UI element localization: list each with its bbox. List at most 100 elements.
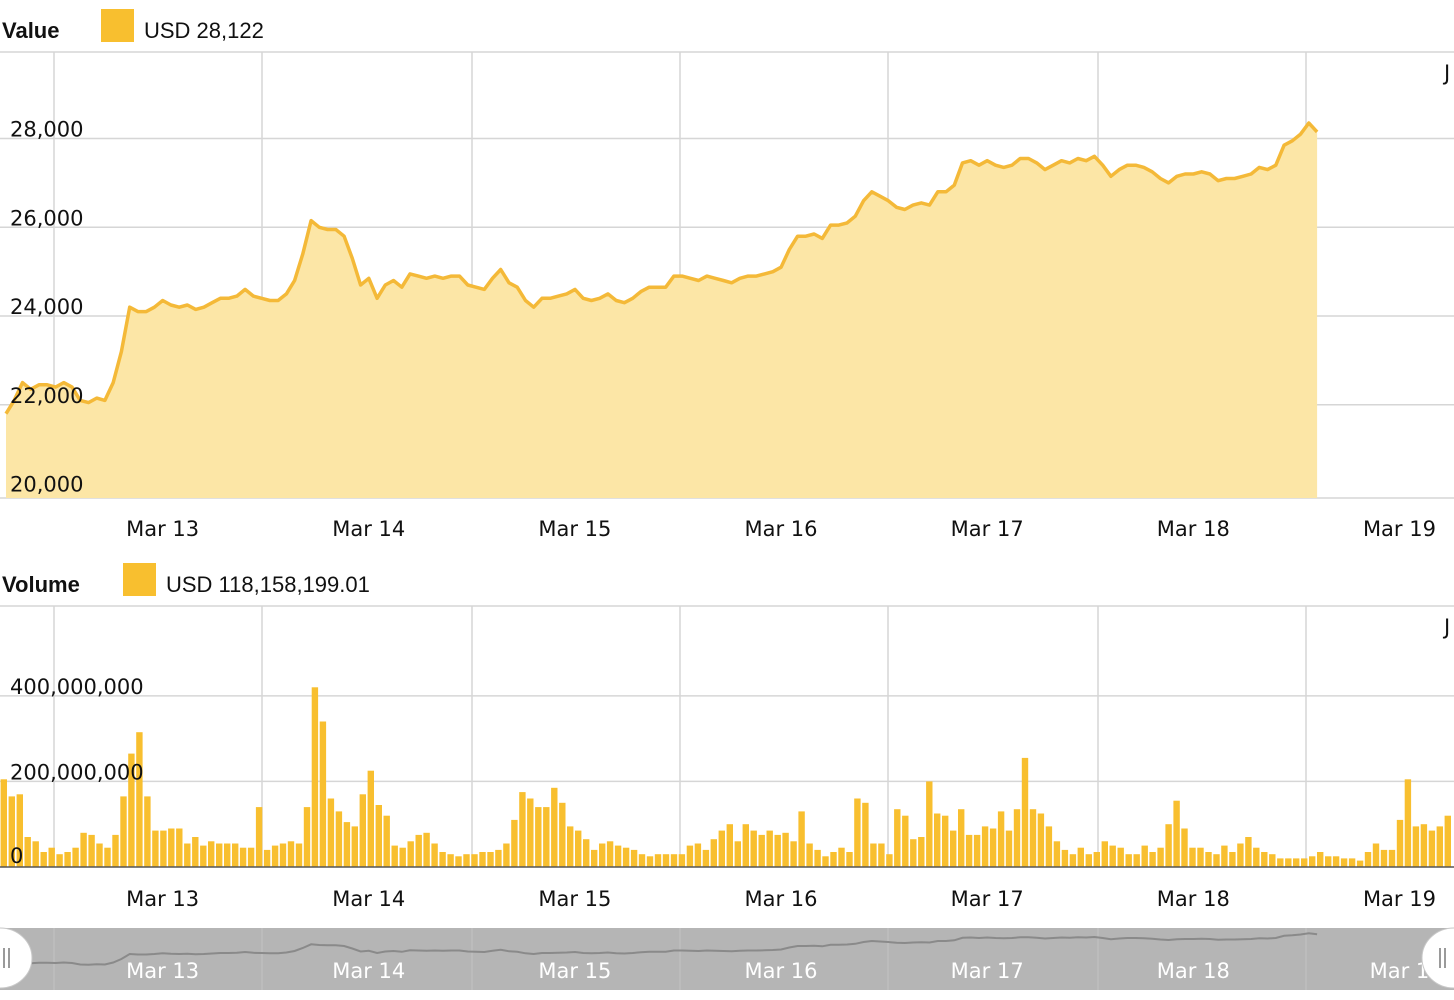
volume-bar[interactable] bbox=[1301, 858, 1308, 867]
volume-bar[interactable] bbox=[1053, 841, 1061, 867]
volume-bar[interactable] bbox=[1388, 849, 1396, 867]
volume-bar[interactable] bbox=[1245, 837, 1252, 867]
volume-bar[interactable] bbox=[1061, 849, 1069, 867]
volume-bar[interactable] bbox=[1077, 847, 1084, 867]
volume-bar[interactable] bbox=[24, 837, 31, 867]
volume-bar[interactable] bbox=[599, 843, 606, 868]
volume-bar[interactable] bbox=[471, 854, 478, 867]
volume-bar[interactable] bbox=[224, 843, 231, 868]
volume-bar[interactable] bbox=[176, 828, 183, 868]
volume-bar[interactable] bbox=[351, 826, 358, 867]
volume-bar[interactable] bbox=[72, 847, 79, 867]
volume-bar[interactable] bbox=[527, 798, 534, 868]
volume-bar[interactable] bbox=[678, 854, 686, 867]
volume-bar[interactable] bbox=[886, 854, 893, 867]
volume-bar[interactable] bbox=[359, 794, 366, 867]
volume-bar[interactable] bbox=[1037, 813, 1045, 868]
volume-bar[interactable] bbox=[1093, 852, 1100, 867]
volume-bar[interactable] bbox=[479, 852, 486, 867]
volume-bar[interactable] bbox=[1269, 854, 1276, 867]
volume-bar[interactable] bbox=[56, 854, 63, 867]
volume-bar[interactable] bbox=[694, 843, 702, 868]
volume-bar[interactable] bbox=[822, 856, 829, 867]
volume-bar[interactable] bbox=[583, 839, 590, 867]
volume-bar[interactable] bbox=[375, 805, 382, 867]
volume-bar[interactable] bbox=[1101, 841, 1108, 867]
volume-bar[interactable] bbox=[1029, 809, 1037, 867]
volume-bar[interactable] bbox=[1356, 860, 1364, 867]
volume-bar[interactable] bbox=[1085, 854, 1092, 867]
volume-bar[interactable] bbox=[463, 854, 470, 867]
volume-bar[interactable] bbox=[1285, 858, 1292, 867]
volume-bar[interactable] bbox=[902, 815, 909, 867]
volume-bar[interactable] bbox=[926, 781, 933, 867]
volume-bar[interactable] bbox=[734, 841, 741, 867]
volume-bar[interactable] bbox=[311, 687, 319, 867]
volume-bar[interactable] bbox=[168, 828, 175, 868]
volume-bar[interactable] bbox=[638, 854, 646, 867]
volume-bar[interactable] bbox=[303, 807, 311, 867]
volume-bar[interactable] bbox=[208, 841, 215, 867]
volume-bar[interactable] bbox=[120, 796, 127, 867]
volume-bar[interactable] bbox=[1253, 847, 1260, 867]
volume-bar[interactable] bbox=[399, 847, 406, 867]
volume-bar[interactable] bbox=[391, 845, 398, 867]
volume-bar[interactable] bbox=[144, 796, 151, 867]
volume-bar[interactable] bbox=[1332, 856, 1340, 867]
volume-bar[interactable] bbox=[1261, 852, 1268, 867]
volume-bar[interactable] bbox=[1340, 858, 1348, 867]
volume-bar[interactable] bbox=[343, 822, 351, 867]
volume-bar[interactable] bbox=[487, 852, 494, 867]
volume-bar[interactable] bbox=[40, 852, 47, 867]
volume-bar[interactable] bbox=[287, 841, 295, 867]
volume-bar[interactable] bbox=[606, 841, 614, 867]
volume-bar[interactable] bbox=[551, 787, 558, 867]
volume-legend[interactable]: Volume USD 118,158,199.01 bbox=[2, 563, 370, 597]
volume-bar[interactable] bbox=[511, 819, 518, 867]
volume-bar[interactable] bbox=[192, 837, 199, 867]
volume-bar[interactable] bbox=[846, 852, 853, 867]
volume-bar[interactable] bbox=[1309, 856, 1316, 867]
volume-bar[interactable] bbox=[152, 830, 159, 867]
volume-bar[interactable] bbox=[335, 811, 343, 867]
volume-bar[interactable] bbox=[894, 809, 901, 867]
volume-bar[interactable] bbox=[1197, 847, 1204, 867]
volume-bar[interactable] bbox=[838, 847, 845, 867]
volume-bar[interactable] bbox=[239, 847, 247, 867]
volume-bar[interactable] bbox=[670, 854, 678, 867]
volume-bar[interactable] bbox=[1396, 819, 1404, 867]
volume-bar[interactable] bbox=[702, 849, 710, 867]
volume-bar[interactable] bbox=[662, 854, 670, 867]
volume-bar[interactable] bbox=[997, 811, 1005, 867]
volume-bar[interactable] bbox=[455, 856, 462, 867]
navigator-background[interactable] bbox=[0, 928, 1454, 990]
volume-bar[interactable] bbox=[950, 830, 957, 867]
volume-bar[interactable] bbox=[112, 834, 119, 867]
volume-bar[interactable] bbox=[64, 852, 71, 867]
volume-bar[interactable] bbox=[407, 841, 414, 867]
volume-bar[interactable] bbox=[1229, 852, 1236, 867]
volume-bar[interactable] bbox=[782, 832, 789, 867]
volume-bar[interactable] bbox=[1173, 800, 1180, 867]
volume-bar[interactable] bbox=[519, 792, 526, 867]
volume-bar[interactable] bbox=[1157, 847, 1164, 867]
volume-bar[interactable] bbox=[973, 834, 981, 867]
volume-bar[interactable] bbox=[295, 843, 303, 868]
volume-bar[interactable] bbox=[271, 845, 279, 867]
volume-bar[interactable] bbox=[247, 847, 255, 867]
volume-bar[interactable] bbox=[367, 770, 374, 867]
volume-bar[interactable] bbox=[263, 849, 271, 867]
volume-bar[interactable] bbox=[942, 815, 949, 867]
volume-bar[interactable] bbox=[1436, 826, 1443, 867]
volume-bar[interactable] bbox=[1125, 854, 1132, 867]
volume-bar[interactable] bbox=[1348, 858, 1356, 867]
volume-bar[interactable] bbox=[1149, 852, 1156, 867]
volume-bar[interactable] bbox=[1221, 845, 1228, 867]
volume-bar[interactable] bbox=[614, 845, 622, 867]
volume-bar[interactable] bbox=[750, 830, 757, 867]
volume-bar[interactable] bbox=[910, 839, 917, 867]
volume-bar[interactable] bbox=[686, 845, 694, 867]
volume-bar[interactable] bbox=[80, 832, 87, 867]
volume-bar[interactable] bbox=[1141, 845, 1148, 867]
volume-bar[interactable] bbox=[958, 809, 965, 867]
